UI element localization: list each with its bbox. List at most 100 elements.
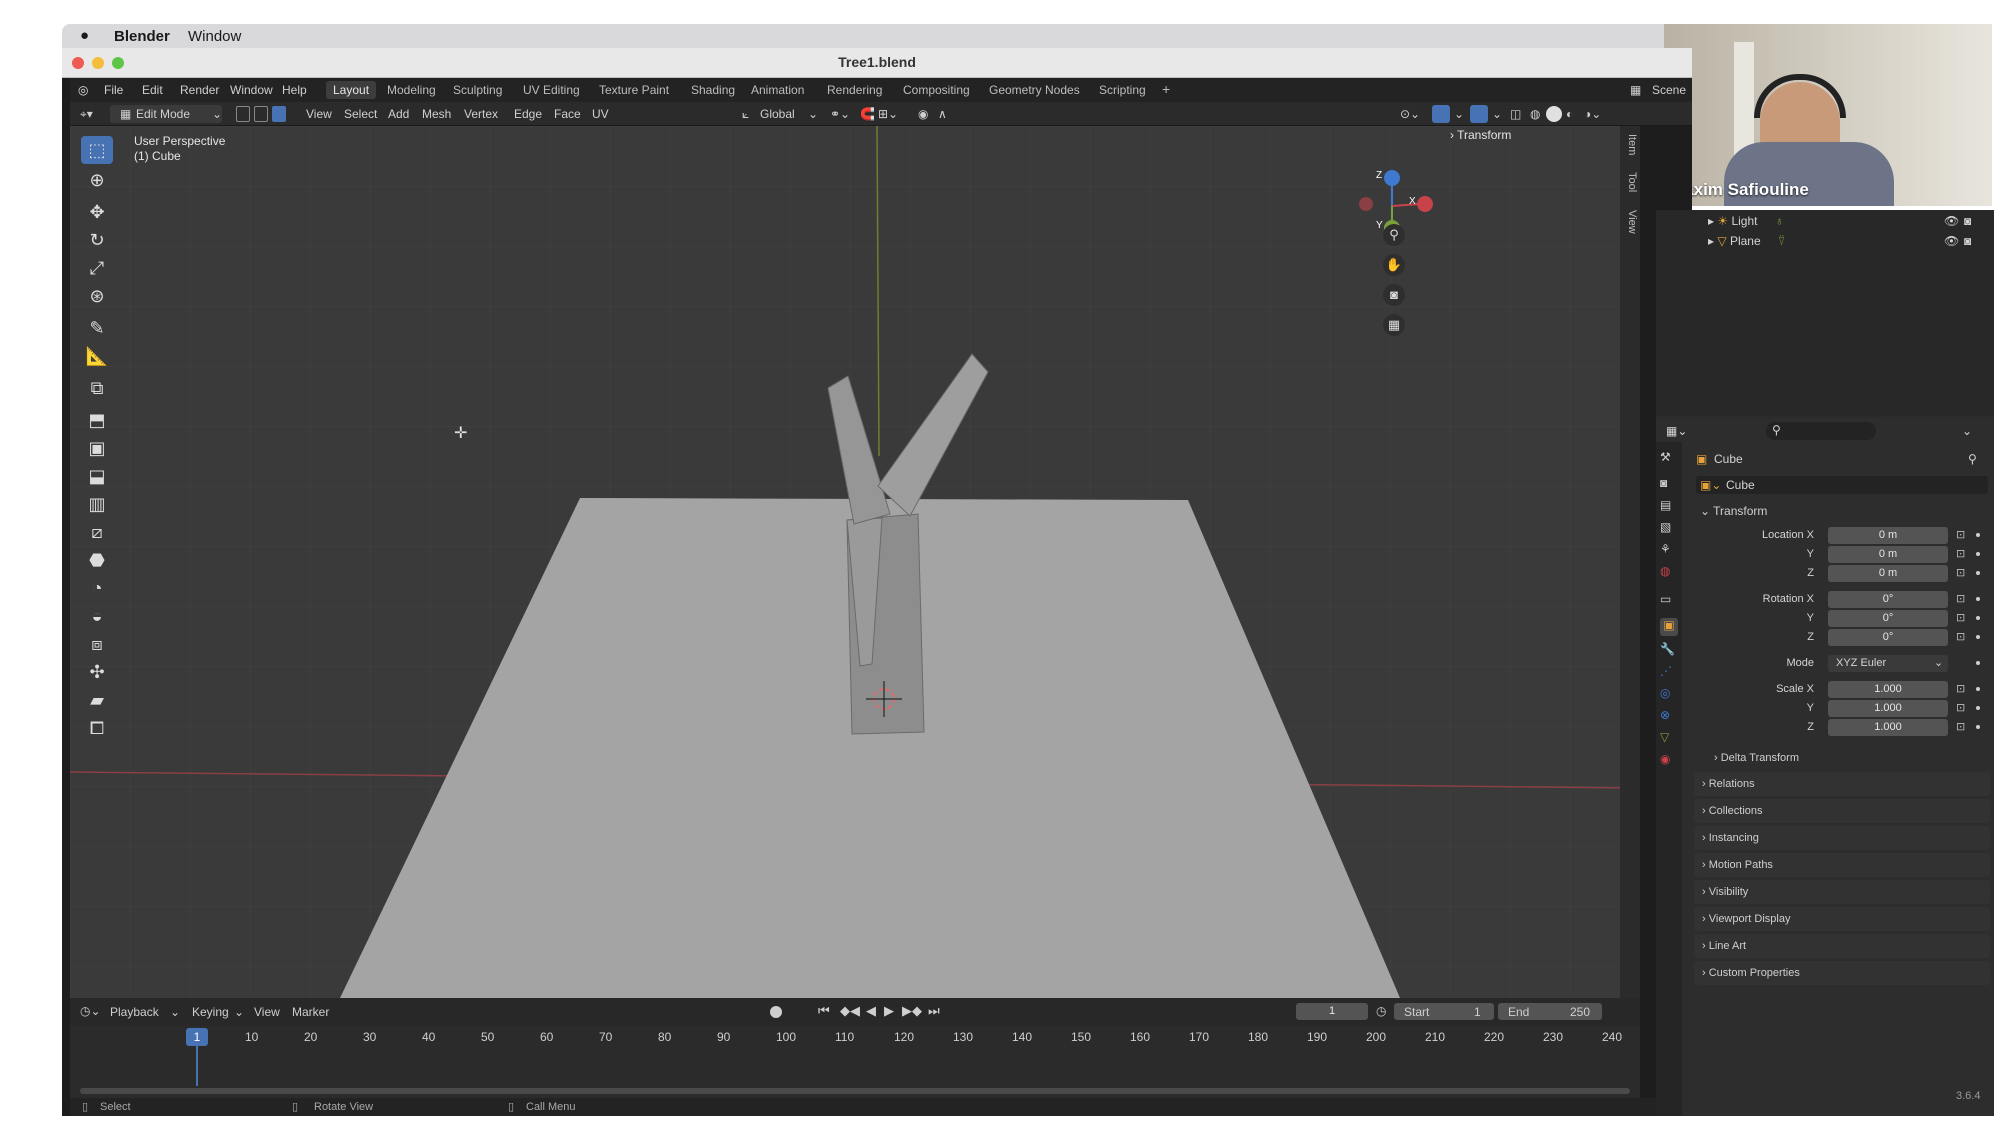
xray-icon[interactable]: ◫ xyxy=(1510,107,1521,121)
header-menu-vertex[interactable]: Vertex xyxy=(464,107,498,121)
section-custom-properties[interactable]: › Custom Properties xyxy=(1694,961,1990,985)
header-menu-uv[interactable]: UV xyxy=(592,107,609,121)
visibility-icon[interactable]: ⊙⌄ xyxy=(1400,107,1420,121)
tab-view[interactable]: View xyxy=(1622,210,1638,234)
tab-scripting[interactable]: Scripting xyxy=(1092,81,1153,99)
annotate-tool-icon[interactable]: ✎ xyxy=(81,314,113,342)
bevel-tool-icon[interactable]: ⬓ xyxy=(81,462,113,490)
gizmo-z-icon[interactable] xyxy=(1384,170,1400,186)
pin-icon[interactable]: ⚲ xyxy=(1968,452,1977,466)
lock-icon[interactable]: ⊡ xyxy=(1956,720,1965,733)
add-cube-tool-icon[interactable]: ⧉ xyxy=(81,374,113,402)
edge-select-icon[interactable] xyxy=(254,106,268,122)
keyframe-dot-icon[interactable] xyxy=(1976,661,1980,665)
expand-icon[interactable]: ▸ xyxy=(1708,214,1714,228)
world-tab-icon[interactable]: ◍ xyxy=(1660,564,1678,582)
material-shading-icon[interactable]: ◐ xyxy=(1566,107,1573,121)
location-z-field[interactable]: 0 m xyxy=(1828,565,1948,582)
spin-tool-icon[interactable]: ◔ xyxy=(81,574,113,602)
tab-item[interactable]: Item xyxy=(1622,134,1638,155)
rotation-x-field[interactable]: 0° xyxy=(1828,591,1948,608)
tab-texture-paint[interactable]: Texture Paint xyxy=(592,81,676,99)
object-tab-icon[interactable]: ▣ xyxy=(1660,618,1678,636)
outliner-row-plane[interactable]: ▸ ▽ Plane ⍢ xyxy=(1708,234,1785,249)
section-viewport-display[interactable]: › Viewport Display xyxy=(1694,907,1990,931)
tab-compositing[interactable]: Compositing xyxy=(896,81,977,99)
tab-tool[interactable]: Tool xyxy=(1622,172,1638,192)
snap-target-icon[interactable]: ⊞⌄ xyxy=(878,107,898,121)
tab-rendering[interactable]: Rendering xyxy=(820,81,889,99)
location-x-field[interactable]: 0 m xyxy=(1828,527,1948,544)
wireframe-shading-icon[interactable]: ◍ xyxy=(1530,107,1540,121)
timeline-editor-icon[interactable]: ◷⌄ xyxy=(80,1004,101,1018)
app-menu-window[interactable]: Window xyxy=(188,28,241,45)
shrink-fatten-tool-icon[interactable]: ✣ xyxy=(81,658,113,686)
material-tab-icon[interactable]: ◉ xyxy=(1660,752,1678,770)
scene-icon[interactable]: ▦ xyxy=(1630,83,1641,97)
modifier-tab-icon[interactable]: 🔧 xyxy=(1660,642,1678,660)
menu-help[interactable]: Help xyxy=(282,83,307,97)
rendered-shading-icon[interactable]: ◑⌄ xyxy=(1584,107,1601,121)
poly-build-tool-icon[interactable]: ⬣ xyxy=(81,546,113,574)
transform-panel-toggle[interactable]: › Transform xyxy=(1450,128,1511,142)
delta-transform-header[interactable]: › Delta Transform xyxy=(1714,752,1799,764)
constraints-tab-icon[interactable]: ⊗ xyxy=(1660,708,1678,726)
tab-uv-editing[interactable]: UV Editing xyxy=(516,81,587,99)
header-menu-view[interactable]: View xyxy=(306,107,332,121)
menu-render[interactable]: Render xyxy=(180,83,219,97)
jump-start-icon[interactable]: ⏮ xyxy=(818,1003,830,1019)
expand-icon[interactable]: ▸ xyxy=(1708,234,1714,248)
section-instancing[interactable]: › Instancing xyxy=(1694,826,1990,850)
frame-ruler[interactable]: 10 20 30 40 50 60 70 80 90 100 110 120 130 140 150 160 1… xyxy=(70,1028,1681,1046)
render-tab-icon[interactable]: ◙ xyxy=(1660,476,1678,494)
data-tab-icon[interactable]: ▽ xyxy=(1660,730,1678,748)
header-menu-add[interactable]: Add xyxy=(388,107,409,121)
edge-slide-tool-icon[interactable]: ⧈ xyxy=(81,630,113,658)
scale-x-field[interactable]: 1.000 xyxy=(1828,681,1948,698)
face-select-icon[interactable] xyxy=(272,106,286,122)
keyframe-dot-icon[interactable] xyxy=(1976,571,1980,575)
next-keyframe-icon[interactable]: ▶◆ xyxy=(902,1003,922,1019)
gizmo-toggle-icon[interactable] xyxy=(1432,105,1450,123)
pan-hand-icon[interactable]: ✋ xyxy=(1383,254,1405,276)
camera-icon[interactable]: ◙ xyxy=(1383,284,1405,306)
shear-tool-icon[interactable]: ▰ xyxy=(81,686,113,714)
transform-tool-icon[interactable]: ⊛ xyxy=(81,282,113,310)
tab-animation[interactable]: Animation xyxy=(744,81,811,99)
tab-geometry-nodes[interactable]: Geometry Nodes xyxy=(982,81,1087,99)
inset-tool-icon[interactable]: ▣ xyxy=(81,434,113,462)
physics-tab-icon[interactable]: ◎ xyxy=(1660,686,1678,704)
header-menu-mesh[interactable]: Mesh xyxy=(422,107,451,121)
tool-tab-icon[interactable]: ⚒ xyxy=(1660,450,1678,468)
eye-icon[interactable]: 👁 xyxy=(1944,234,1959,248)
properties-search-input[interactable] xyxy=(1766,422,1876,440)
lock-icon[interactable]: ⊡ xyxy=(1956,682,1965,695)
view-layer-tab-icon[interactable]: ▧ xyxy=(1660,520,1678,538)
scale-y-field[interactable]: 1.000 xyxy=(1828,700,1948,717)
timeline-menu-view[interactable]: View xyxy=(254,1005,280,1019)
blender-logo-icon[interactable]: ◎ xyxy=(78,83,88,97)
lock-icon[interactable]: ⊡ xyxy=(1956,630,1965,643)
keyframe-dot-icon[interactable] xyxy=(1976,533,1980,537)
keyframe-dot-icon[interactable] xyxy=(1976,687,1980,691)
snap-icon[interactable]: 🧲 xyxy=(860,107,875,121)
header-menu-face[interactable]: Face xyxy=(554,107,581,121)
rotation-y-field[interactable]: 0° xyxy=(1828,610,1948,627)
section-visibility[interactable]: › Visibility xyxy=(1694,880,1990,904)
apple-icon[interactable]: ● xyxy=(80,27,89,44)
app-menu-blender[interactable]: Blender xyxy=(114,28,170,45)
rotate-tool-icon[interactable]: ↻ xyxy=(81,226,113,254)
current-frame-field[interactable]: 1 xyxy=(1296,1003,1368,1020)
header-menu-select[interactable]: Select xyxy=(344,107,377,121)
gizmo-x-icon[interactable] xyxy=(1417,196,1433,212)
zoom-icon[interactable]: ⚲ xyxy=(1383,224,1405,246)
lock-icon[interactable]: ⊡ xyxy=(1956,566,1965,579)
overlay-toggle-icon[interactable] xyxy=(1470,105,1488,123)
knife-tool-icon[interactable]: ⧄ xyxy=(81,518,113,546)
menu-edit[interactable]: Edit xyxy=(142,83,163,97)
rotation-z-field[interactable]: 0° xyxy=(1828,629,1948,646)
cursor-tool-icon[interactable]: ⊕ xyxy=(81,166,113,194)
play-reverse-icon[interactable]: ◀ xyxy=(866,1003,876,1019)
scene-tab-icon[interactable]: ⚘ xyxy=(1660,542,1678,560)
current-frame-marker[interactable]: 1 xyxy=(186,1028,208,1046)
